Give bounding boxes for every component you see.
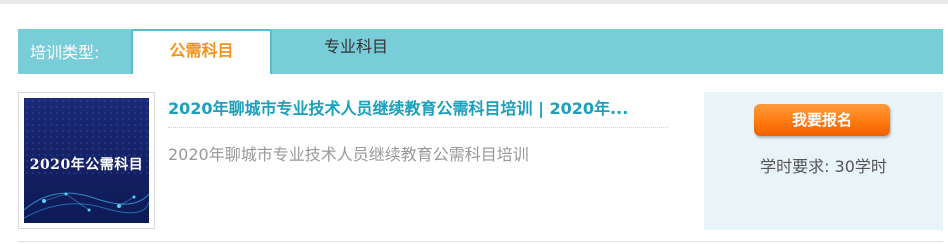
- top-divider: [0, 0, 948, 4]
- tab-public-subjects[interactable]: 公需科目: [131, 29, 272, 74]
- course-thumbnail[interactable]: 2020年公需科目: [18, 92, 155, 229]
- course-card: 2020年公需科目 2020年聊城市专业技术人员继续教育公需科目培训 | 202…: [18, 92, 943, 239]
- course-thumbnail-image: 2020年公需科目: [24, 98, 149, 223]
- tab-professional-subjects[interactable]: 专业科目: [324, 29, 388, 74]
- enroll-button[interactable]: 我要报名: [754, 104, 890, 136]
- title-divider: [168, 127, 668, 128]
- training-type-label: 培训类型:: [30, 43, 100, 62]
- card-bottom-divider: [18, 241, 943, 242]
- training-type-tab-bar: 培训类型: 公需科目 专业科目: [18, 29, 943, 74]
- enroll-panel: 我要报名 学时要求: 30学时: [704, 92, 943, 230]
- course-title-link[interactable]: 2020年聊城市专业技术人员继续教育公需科目培训 | 2020年...: [168, 95, 668, 119]
- course-description: 2020年聊城市专业技术人员继续教育公需科目培训: [168, 145, 529, 164]
- credit-hours-requirement: 学时要求: 30学时: [760, 157, 887, 176]
- thumbnail-caption: 2020年公需科目: [29, 157, 144, 173]
